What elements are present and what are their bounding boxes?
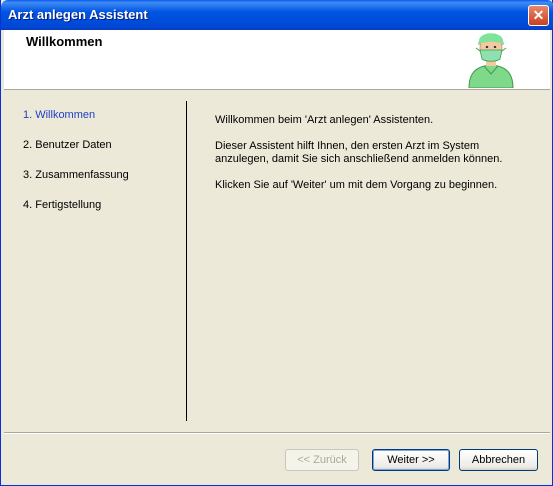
description-text: Dieser Assistent hilft Ihnen, den ersten… (215, 140, 503, 165)
step-benutzer-daten[interactable]: 2. Benutzer Daten (23, 138, 183, 168)
next-button[interactable]: Weiter >> (372, 449, 450, 471)
step-fertigstellung[interactable]: 4. Fertigstellung (23, 198, 183, 228)
footer-separator (4, 432, 550, 434)
instruction-text: Klicken Sie auf 'Weiter' um mit dem Vorg… (215, 179, 498, 191)
cancel-button[interactable]: Abbrechen (459, 449, 538, 471)
step-willkommen[interactable]: 1. Willkommen (23, 108, 183, 138)
close-icon: ✕ (532, 7, 545, 23)
wizard-steps: 1. Willkommen 2. Benutzer Daten 3. Zusam… (23, 108, 183, 228)
wizard-content: Willkommen beim 'Arzt anlegen' Assistent… (215, 114, 535, 205)
doctor-icon (468, 33, 514, 88)
wizard-window: Arzt anlegen Assistent ✕ Willkommen 1. W… (0, 0, 553, 486)
intro-text: Willkommen beim 'Arzt anlegen' Assistent… (215, 114, 434, 126)
title-bar[interactable]: Arzt anlegen Assistent ✕ (1, 0, 553, 30)
step-zusammenfassung[interactable]: 3. Zusammenfassung (23, 168, 183, 198)
close-button[interactable]: ✕ (528, 5, 549, 26)
back-button[interactable]: << Zurück (285, 449, 359, 471)
wizard-header: Willkommen (4, 30, 550, 90)
window-title: Arzt anlegen Assistent (8, 7, 148, 22)
vertical-divider (186, 101, 187, 421)
page-title: Willkommen (26, 34, 103, 49)
